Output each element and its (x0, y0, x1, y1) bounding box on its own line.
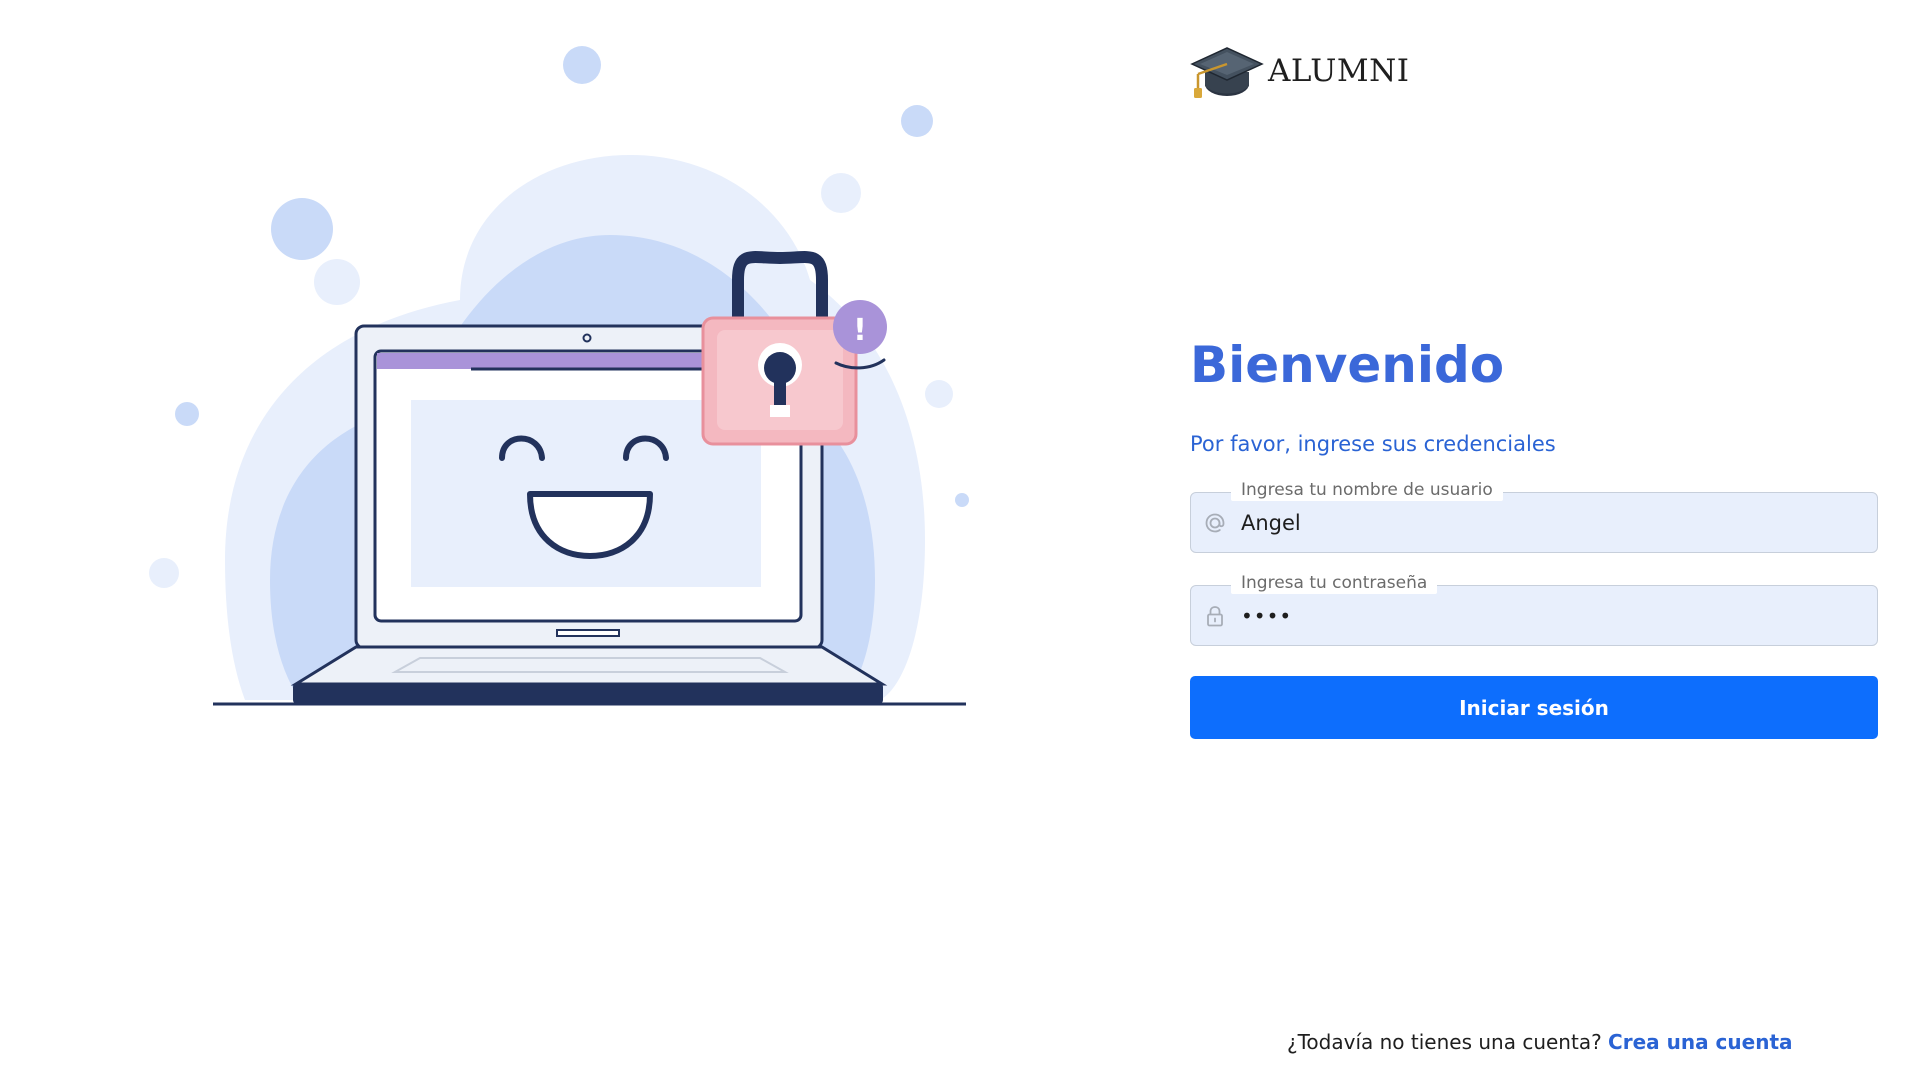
decor-dot (955, 493, 969, 507)
lock-icon (1207, 606, 1223, 627)
keyhole (764, 352, 796, 384)
decor-dot (563, 46, 601, 84)
alumni-logo[interactable]: ALUMNI (1190, 42, 1410, 100)
logo-text: ALUMNI (1268, 53, 1410, 89)
graduation-cap-icon (1190, 47, 1264, 98)
svg-text:!: ! (853, 313, 867, 348)
username-input[interactable] (1241, 493, 1861, 552)
trackpad-slot (556, 629, 620, 637)
page-subtitle: Por favor, ingrese sus credenciales (1190, 432, 1556, 456)
at-sign-icon (1205, 513, 1225, 533)
decor-dot (314, 259, 360, 305)
decor-dot (175, 402, 199, 426)
create-account-link[interactable]: Crea una cuenta (1608, 1030, 1792, 1054)
password-field[interactable]: Ingresa tu contraseña (1190, 572, 1878, 646)
decor-dot (149, 558, 179, 588)
page-title: Bienvenido (1190, 336, 1505, 394)
laptop-bottom (293, 683, 883, 704)
login-page: ! ALUMNI Bienvenido Por favor, ingrese s… (0, 0, 1919, 1078)
decor-dot (901, 105, 933, 137)
login-panel: ALUMNI Bienvenido Por favor, ingrese sus… (1190, 0, 1880, 1078)
laptop-base (290, 645, 888, 686)
decor-dot (821, 173, 861, 213)
password-input[interactable] (1241, 586, 1861, 645)
laptop-lock-illustration: ! (149, 46, 969, 706)
decor-dot (271, 198, 333, 260)
signup-prompt-text: ¿Todavía no tienes una cuenta? (1287, 1030, 1602, 1054)
username-field[interactable]: Ingresa tu nombre de usuario (1190, 479, 1878, 553)
login-button[interactable]: Iniciar sesión (1190, 676, 1878, 739)
screen-topbar (377, 353, 707, 369)
signup-prompt: ¿Todavía no tienes una cuenta? Crea una … (1287, 1030, 1793, 1054)
decor-dot (925, 380, 953, 408)
